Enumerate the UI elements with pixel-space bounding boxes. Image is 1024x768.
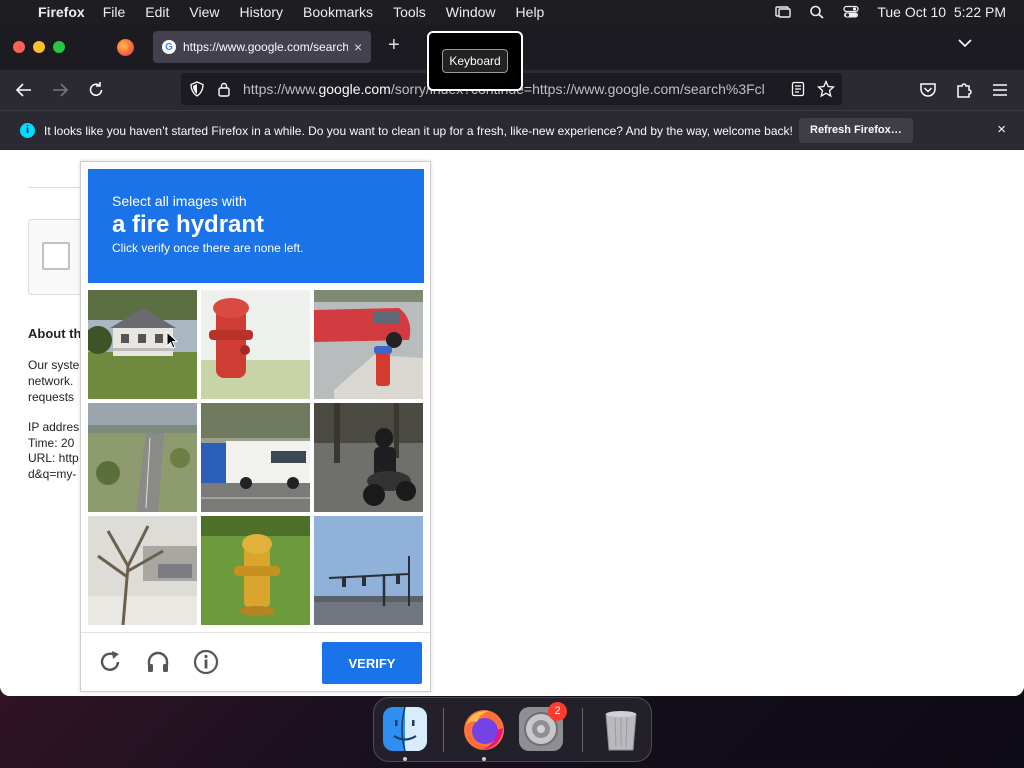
screen-mirroring-icon[interactable] xyxy=(775,5,792,19)
window-controls xyxy=(13,41,65,53)
menu-history[interactable]: History xyxy=(239,4,283,20)
menu-edit[interactable]: Edit xyxy=(145,4,169,20)
dock-separator xyxy=(582,708,583,752)
google-favicon-icon: G xyxy=(162,40,176,54)
about-heading: About th xyxy=(28,326,82,341)
captcha-tile-red-hydrant[interactable] xyxy=(201,290,310,399)
menu-bar: Firefox File Edit View History Bookmarks… xyxy=(0,0,1024,24)
reload-challenge-icon[interactable] xyxy=(97,649,123,675)
captcha-tile-motorcycle[interactable] xyxy=(314,403,423,512)
minimize-window-button[interactable] xyxy=(33,41,45,53)
divider xyxy=(28,187,88,188)
reader-view-icon[interactable] xyxy=(791,81,805,97)
recaptcha-checkbox[interactable] xyxy=(42,242,70,270)
para-line: requests xyxy=(28,390,75,404)
pocket-icon[interactable] xyxy=(918,80,938,100)
tracking-protection-shield-icon[interactable] xyxy=(189,81,205,97)
finder-running-indicator xyxy=(403,757,407,761)
verify-button[interactable]: VERIFY xyxy=(322,642,422,684)
audio-challenge-headphones-icon[interactable] xyxy=(145,649,171,675)
notification-bar: i It looks like you haven’t started Fire… xyxy=(0,110,1024,150)
keyboard-tooltip-label: Keyboard xyxy=(442,49,508,73)
captcha-image-grid xyxy=(88,290,424,626)
captcha-tile-yellow-hydrant[interactable] xyxy=(201,516,310,625)
captcha-instruction-line3: Click verify once there are none left. xyxy=(112,241,304,255)
dock xyxy=(373,697,652,762)
refresh-firefox-button[interactable]: Refresh Firefox… xyxy=(799,118,913,143)
menu-bookmarks[interactable]: Bookmarks xyxy=(303,4,373,20)
system-settings-badge: 2 xyxy=(548,702,567,721)
bookmark-star-icon[interactable] xyxy=(817,80,835,98)
captcha-tile-house[interactable] xyxy=(88,290,197,399)
new-tab-button[interactable]: + xyxy=(388,34,400,57)
firefox-view-icon[interactable] xyxy=(117,39,134,56)
menu-file[interactable]: File xyxy=(103,4,126,20)
menu-app-name[interactable]: Firefox xyxy=(38,4,85,20)
captcha-tile-tree[interactable] xyxy=(88,516,197,625)
back-arrow-icon[interactable] xyxy=(14,80,34,100)
reload-icon[interactable] xyxy=(86,80,106,100)
control-center-icon[interactable] xyxy=(843,5,859,19)
page-content: About th Our syste network. requests IP … xyxy=(0,151,1024,696)
trash-icon[interactable] xyxy=(598,706,644,752)
info-icon: i xyxy=(20,123,35,138)
browser-window: G https://www.google.com/search × + Keyb… xyxy=(0,24,1024,696)
captcha-target-object: a fire hydrant xyxy=(112,211,265,238)
url-domain: google.com xyxy=(318,81,391,97)
captcha-footer: VERIFY xyxy=(81,632,430,692)
lock-icon[interactable] xyxy=(217,81,231,97)
menu-tools[interactable]: Tools xyxy=(393,4,426,20)
tab-title: https://www.google.com/search xyxy=(183,40,348,54)
info-line: d&q=my- xyxy=(28,467,77,481)
info-line: IP addres xyxy=(28,420,80,434)
dock-separator xyxy=(443,708,444,752)
tab-bar: G https://www.google.com/search × + Keyb… xyxy=(0,24,1024,91)
menu-window[interactable]: Window xyxy=(446,4,496,20)
firefox-running-indicator xyxy=(482,757,486,761)
info-line: Time: 20 xyxy=(28,436,75,450)
menubar-clock[interactable]: Tue Oct 10 5:22 PM xyxy=(877,4,1006,20)
mouse-cursor-icon xyxy=(166,331,178,349)
para-line: network. xyxy=(28,374,74,388)
list-all-tabs-icon[interactable] xyxy=(958,38,972,48)
menu-help[interactable]: Help xyxy=(516,4,545,20)
captcha-tile-highway[interactable] xyxy=(88,403,197,512)
firefox-icon[interactable] xyxy=(461,706,507,752)
captcha-tile-bus[interactable] xyxy=(201,403,310,512)
url-prefix: https://www. xyxy=(243,81,319,97)
close-window-button[interactable] xyxy=(13,41,25,53)
notification-close-icon[interactable]: × xyxy=(997,121,1006,138)
help-info-icon[interactable] xyxy=(193,649,219,675)
menu-view[interactable]: View xyxy=(189,4,219,20)
zoom-window-button[interactable] xyxy=(53,41,65,53)
keyboard-tooltip: Keyboard xyxy=(427,31,523,91)
forward-arrow-icon[interactable] xyxy=(50,80,70,100)
captcha-tile-car-hydrant[interactable] xyxy=(314,290,423,399)
tab-google-search[interactable]: G https://www.google.com/search × xyxy=(153,31,371,63)
app-menu-hamburger-icon[interactable] xyxy=(990,80,1010,100)
captcha-tile-traffic-lights[interactable] xyxy=(314,516,423,625)
finder-icon[interactable] xyxy=(382,706,428,752)
info-line: URL: http xyxy=(28,451,79,465)
extensions-puzzle-icon[interactable] xyxy=(954,80,974,100)
captcha-instructions: Select all images with a fire hydrant Cl… xyxy=(88,169,424,283)
captcha-challenge: Select all images with a fire hydrant Cl… xyxy=(80,161,431,692)
para-line: Our syste xyxy=(28,358,80,372)
notification-message: It looks like you haven’t started Firefo… xyxy=(44,123,793,138)
spotlight-search-icon[interactable] xyxy=(809,5,825,19)
captcha-instruction-line1: Select all images with xyxy=(112,193,247,209)
tab-close-icon[interactable]: × xyxy=(354,39,362,55)
